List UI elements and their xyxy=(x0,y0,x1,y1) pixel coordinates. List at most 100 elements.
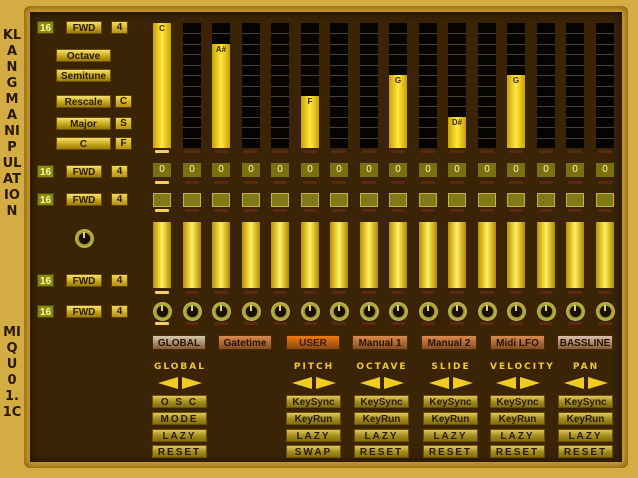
step-knob[interactable] xyxy=(183,302,202,321)
step-value[interactable]: 0 xyxy=(330,163,348,177)
direction-button[interactable]: FWD xyxy=(66,165,102,178)
step-value[interactable]: 0 xyxy=(242,163,260,177)
tab-manual-1[interactable]: Manual 1 xyxy=(352,335,408,350)
reset-button[interactable]: RESET xyxy=(490,445,545,458)
step-knob[interactable] xyxy=(537,302,556,321)
clock-divider[interactable]: 4 xyxy=(111,193,128,206)
pitch-step-bar[interactable]: G xyxy=(389,23,407,148)
step-slider[interactable] xyxy=(153,222,171,288)
steps-count[interactable]: 16 xyxy=(37,165,54,178)
reset-button[interactable]: RESET xyxy=(558,445,613,458)
pitch-step-bar[interactable]: D# xyxy=(448,23,466,148)
step-slider[interactable] xyxy=(271,222,289,288)
step-toggle[interactable] xyxy=(360,193,378,207)
step-knob[interactable] xyxy=(596,302,615,321)
step-value[interactable]: 0 xyxy=(537,163,555,177)
step-value[interactable]: 0 xyxy=(596,163,614,177)
step-slider[interactable] xyxy=(212,222,230,288)
step-knob[interactable] xyxy=(330,302,349,321)
step-knob[interactable] xyxy=(389,302,408,321)
keyrun-button[interactable]: KeyRun xyxy=(423,412,478,425)
arrow-left-icon[interactable] xyxy=(496,377,516,389)
pitch-step-bar[interactable]: F xyxy=(301,23,319,148)
arrow-right-icon[interactable] xyxy=(453,377,473,389)
arrow-right-icon[interactable] xyxy=(384,377,404,389)
global-knob[interactable] xyxy=(75,229,94,248)
step-value[interactable]: 0 xyxy=(448,163,466,177)
step-toggle[interactable] xyxy=(419,193,437,207)
clock-divider[interactable]: 4 xyxy=(111,274,128,287)
octave-button[interactable]: Octave xyxy=(56,49,111,62)
clock-divider[interactable]: 4 xyxy=(111,21,128,34)
arrow-left-icon[interactable] xyxy=(158,377,178,389)
root-flag[interactable]: F xyxy=(115,137,132,150)
step-slider[interactable] xyxy=(537,222,555,288)
keysync-button[interactable]: KeySync xyxy=(423,395,478,408)
tab-user[interactable]: USER xyxy=(286,335,340,350)
step-knob[interactable] xyxy=(478,302,497,321)
keyrun-button[interactable]: KeyRun xyxy=(490,412,545,425)
arrow-right-icon[interactable] xyxy=(588,377,608,389)
clock-divider[interactable]: 4 xyxy=(111,305,128,318)
lazy-button[interactable]: LAZY xyxy=(286,429,341,442)
step-toggle[interactable] xyxy=(212,193,230,207)
direction-button[interactable]: FWD xyxy=(66,274,102,287)
step-toggle[interactable] xyxy=(389,193,407,207)
step-knob[interactable] xyxy=(153,302,172,321)
step-slider[interactable] xyxy=(566,222,584,288)
steps-count[interactable]: 16 xyxy=(37,21,54,34)
arrow-right-icon[interactable] xyxy=(520,377,540,389)
step-slider[interactable] xyxy=(596,222,614,288)
step-slider[interactable] xyxy=(507,222,525,288)
keysync-button[interactable]: KeySync xyxy=(354,395,409,408)
reset-button[interactable]: RESET xyxy=(423,445,478,458)
direction-button[interactable]: FWD xyxy=(66,21,102,34)
arrow-left-icon[interactable] xyxy=(360,377,380,389)
swap-button[interactable]: SWAP xyxy=(286,445,341,458)
steps-count[interactable]: 16 xyxy=(37,274,54,287)
step-value[interactable]: 0 xyxy=(566,163,584,177)
step-slider[interactable] xyxy=(360,222,378,288)
arrow-left-icon[interactable] xyxy=(429,377,449,389)
step-toggle[interactable] xyxy=(596,193,614,207)
pitch-step-bar[interactable]: A# xyxy=(212,23,230,148)
step-knob[interactable] xyxy=(271,302,290,321)
osc-button[interactable]: O S C xyxy=(152,395,207,408)
keyrun-button[interactable]: KeyRun xyxy=(558,412,613,425)
pitch-step-bar[interactable] xyxy=(183,23,201,148)
lazy-button[interactable]: LAZY xyxy=(354,429,409,442)
pitch-step-bar[interactable] xyxy=(566,23,584,148)
tab-bassline[interactable]: BASSLINE xyxy=(557,335,613,350)
keyrun-button[interactable]: KeyRun xyxy=(286,412,341,425)
step-toggle[interactable] xyxy=(478,193,496,207)
pitch-step-bar[interactable] xyxy=(242,23,260,148)
lazy-button[interactable]: LAZY xyxy=(152,429,207,442)
step-knob[interactable] xyxy=(507,302,526,321)
step-slider[interactable] xyxy=(242,222,260,288)
tab-midi-lfo[interactable]: Midi LFO xyxy=(490,335,545,350)
rescale-flag[interactable]: C xyxy=(115,95,132,108)
step-slider[interactable] xyxy=(183,222,201,288)
step-toggle[interactable] xyxy=(153,193,171,207)
step-toggle[interactable] xyxy=(537,193,555,207)
step-toggle[interactable] xyxy=(183,193,201,207)
keyrun-button[interactable]: KeyRun xyxy=(354,412,409,425)
step-toggle[interactable] xyxy=(448,193,466,207)
reset-button[interactable]: RESET xyxy=(152,445,207,458)
reset-button[interactable]: RESET xyxy=(354,445,409,458)
pitch-step-bar[interactable] xyxy=(478,23,496,148)
pitch-step-bar[interactable]: C xyxy=(153,23,171,148)
step-value[interactable]: 0 xyxy=(212,163,230,177)
direction-button[interactable]: FWD xyxy=(66,193,102,206)
mode-button[interactable]: MODE xyxy=(152,412,207,425)
tab-manual-2[interactable]: Manual 2 xyxy=(421,335,477,350)
step-value[interactable]: 0 xyxy=(389,163,407,177)
keysync-button[interactable]: KeySync xyxy=(490,395,545,408)
scale-button[interactable]: Major xyxy=(56,117,111,130)
steps-count[interactable]: 16 xyxy=(37,193,54,206)
step-slider[interactable] xyxy=(448,222,466,288)
step-slider[interactable] xyxy=(389,222,407,288)
pitch-step-bar[interactable] xyxy=(271,23,289,148)
tab-gatetime[interactable]: Gatetime xyxy=(218,335,272,350)
step-slider[interactable] xyxy=(478,222,496,288)
